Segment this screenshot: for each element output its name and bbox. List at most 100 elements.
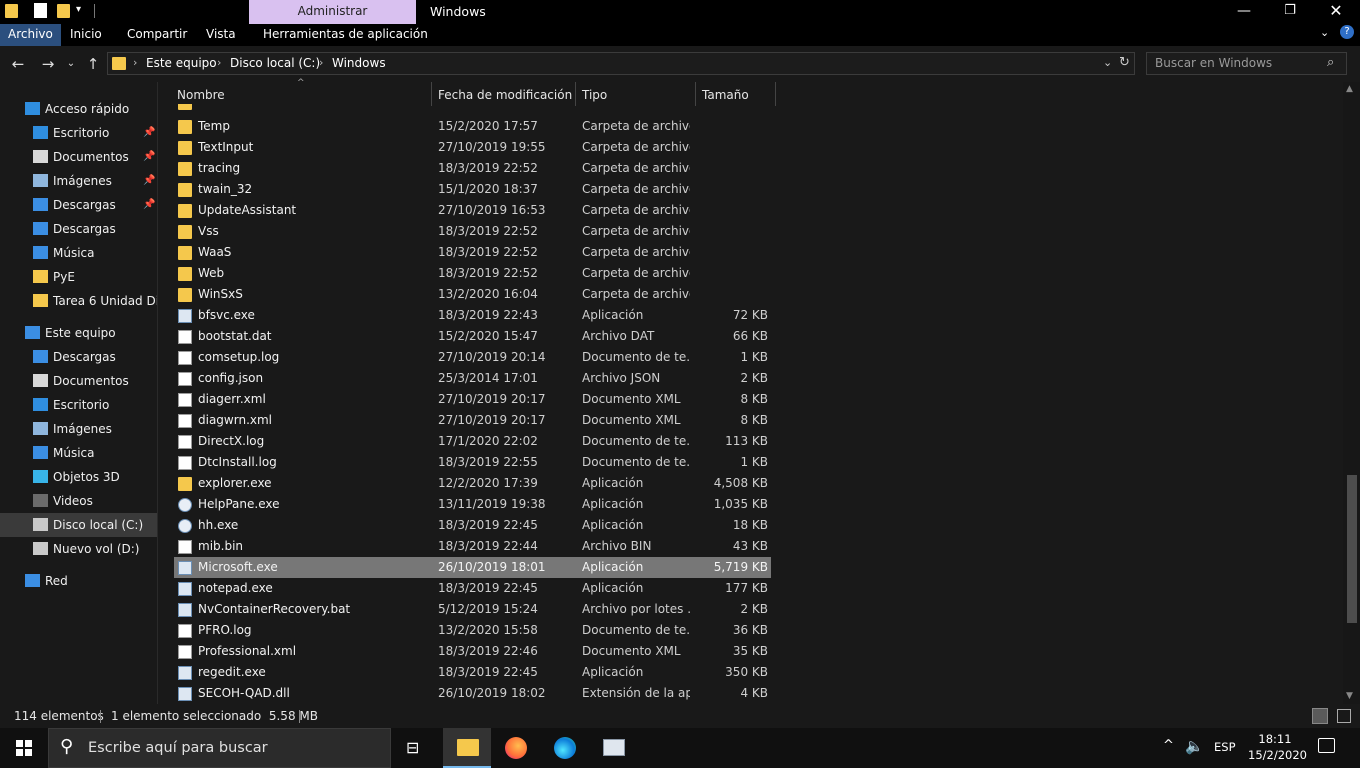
breadcrumb-este-equipo[interactable]: Este equipo <box>146 56 217 70</box>
pane-divider[interactable] <box>157 82 158 704</box>
file-row[interactable]: comsetup.log 27/10/2019 20:14 Documento de… <box>174 347 771 368</box>
context-tab-label[interactable]: Administrar <box>249 0 416 24</box>
file-row[interactable]: bootstat.dat 15/2/2020 15:47 Archivo DAT 66… <box>174 326 771 347</box>
nav-quick-item[interactable]: Música <box>0 241 157 265</box>
file-row[interactable]: config.json 25/3/2014 17:01 Archivo JSON 2 … <box>174 368 771 389</box>
pin-icon[interactable]: 📌 <box>143 121 155 145</box>
recent-locations-icon[interactable]: ⌄ <box>60 53 82 75</box>
nav-network[interactable]: Red <box>0 569 157 593</box>
expand-ribbon-icon[interactable]: ⌄ <box>1320 26 1329 39</box>
tab-inicio[interactable]: Inicio <box>62 24 110 46</box>
nav-pc-item[interactable]: Imágenes <box>0 417 157 441</box>
restore-icon[interactable]: ❐ <box>1267 0 1313 24</box>
file-row[interactable]: Professional.xml 18/3/2019 22:46 Documento… <box>174 641 771 662</box>
file-row[interactable]: diagwrn.xml 27/10/2019 20:17 Documento XML… <box>174 410 771 431</box>
file-row[interactable]: SECOH-QAD.dll 26/10/2019 18:02 Extensión d… <box>174 683 771 704</box>
column-divider[interactable] <box>695 82 696 106</box>
file-row[interactable]: DirectX.log 17/1/2020 22:02 Documento de t… <box>174 431 771 452</box>
breadcrumb-disco-local[interactable]: Disco local (C:) <box>230 56 320 70</box>
tab-herramientas[interactable]: Herramientas de aplicación <box>255 24 436 46</box>
up-arrow-icon[interactable]: ↑ <box>82 53 104 75</box>
file-row[interactable]: twain_32 15/1/2020 18:37 Carpeta de archiv… <box>174 179 771 200</box>
file-row[interactable]: tracing 18/3/2019 22:52 Carpeta de archivo… <box>174 158 771 179</box>
details-view-icon[interactable] <box>1312 708 1328 724</box>
tab-vista[interactable]: Vista <box>198 24 244 46</box>
clock[interactable]: 18:11 15/2/2020 <box>1248 731 1307 763</box>
file-row[interactable]: hh.exe 18/3/2019 22:45 Aplicación 18 KB <box>174 515 771 536</box>
file-row[interactable]: WaaS 18/3/2019 22:52 Carpeta de archivos <box>174 242 771 263</box>
column-header-size[interactable]: Tamaño <box>702 86 749 106</box>
file-row[interactable]: Vss 18/3/2019 22:52 Carpeta de archivos <box>174 221 771 242</box>
nav-pc-item[interactable]: Música <box>0 441 157 465</box>
nav-quick-item[interactable]: Documentos 📌 <box>0 145 157 169</box>
nav-pc-item[interactable]: Objetos 3D <box>0 465 157 489</box>
close-icon[interactable]: ✕ <box>1313 0 1359 24</box>
app-taskbar-icon[interactable] <box>590 728 638 768</box>
address-dropdown-icon[interactable]: ⌄ <box>1103 56 1112 69</box>
chevron-right-icon[interactable]: › <box>133 56 137 69</box>
column-divider[interactable] <box>575 82 576 106</box>
customize-toolbar-icon[interactable]: ▾ <box>76 4 81 15</box>
nav-quick-item[interactable]: Escritorio 📌 <box>0 121 157 145</box>
file-row[interactable]: UpdateAssistant 27/10/2019 16:53 Carpeta d… <box>174 200 771 221</box>
chevron-right-icon[interactable]: › <box>319 56 323 69</box>
file-row[interactable]: TextInput 27/10/2019 19:55 Carpeta de arch… <box>174 137 771 158</box>
column-header-name[interactable]: Nombre <box>177 86 225 106</box>
nav-pc-item[interactable]: Videos <box>0 489 157 513</box>
file-row[interactable]: mib.bin 18/3/2019 22:44 Archivo BIN 43 KB <box>174 536 771 557</box>
nav-this-pc[interactable]: Este equipo <box>0 321 157 345</box>
nav-pc-item[interactable]: Descargas <box>0 345 157 369</box>
volume-icon[interactable]: 🔈 <box>1185 737 1204 755</box>
nav-quick-access[interactable]: Acceso rápido <box>0 97 157 121</box>
pin-icon[interactable]: 📌 <box>143 169 155 193</box>
firefox-taskbar-icon[interactable] <box>492 728 540 768</box>
refresh-icon[interactable]: ↻ <box>1119 55 1130 70</box>
nav-pc-item[interactable]: Nuevo vol (D:) <box>0 537 157 561</box>
nav-pc-item[interactable]: Escritorio <box>0 393 157 417</box>
new-folder-icon[interactable] <box>57 4 70 18</box>
scroll-up-icon[interactable]: ▲ <box>1346 84 1353 94</box>
file-row[interactable]: PFRO.log 13/2/2020 15:58 Documento de te..… <box>174 620 771 641</box>
nav-quick-item[interactable]: Descargas <box>0 217 157 241</box>
language-indicator[interactable]: ESP <box>1214 740 1236 754</box>
nav-quick-item[interactable]: Descargas 📌 <box>0 193 157 217</box>
file-row[interactable]: NvContainerRecovery.bat 5/12/2019 15:24 Ar… <box>174 599 771 620</box>
file-row[interactable]: notepad.exe 18/3/2019 22:45 Aplicación 177 … <box>174 578 771 599</box>
help-icon[interactable]: ? <box>1340 25 1354 39</box>
tab-compartir[interactable]: Compartir <box>119 24 195 46</box>
edge-taskbar-icon[interactable] <box>541 728 589 768</box>
chevron-right-icon[interactable]: › <box>217 56 221 69</box>
tab-archivo[interactable]: Archivo <box>0 24 61 46</box>
windows-start-icon[interactable] <box>16 740 32 756</box>
file-row[interactable]: DtcInstall.log 18/3/2019 22:55 Documento d… <box>174 452 771 473</box>
nav-pc-item[interactable]: Documentos <box>0 369 157 393</box>
file-row[interactable]: Web 18/3/2019 22:52 Carpeta de archivos <box>174 263 771 284</box>
column-divider[interactable] <box>431 82 432 106</box>
column-divider[interactable] <box>775 82 776 106</box>
file-row[interactable]: bfsvc.exe 18/3/2019 22:43 Aplicación 72 KB <box>174 305 771 326</box>
nav-quick-item[interactable]: Imágenes 📌 <box>0 169 157 193</box>
scroll-down-icon[interactable]: ▼ <box>1346 691 1353 701</box>
pin-icon[interactable]: 📌 <box>143 145 155 169</box>
breadcrumb-windows[interactable]: Windows <box>332 56 386 70</box>
file-row[interactable]: WinSxS 13/2/2020 16:04 Carpeta de archivos <box>174 284 771 305</box>
notifications-icon[interactable] <box>1318 738 1335 753</box>
file-row[interactable]: HelpPane.exe 13/11/2019 19:38 Aplicación 1,… <box>174 494 771 515</box>
minimize-icon[interactable]: — <box>1221 0 1267 24</box>
file-row[interactable]: explorer.exe 12/2/2020 17:39 Aplicación 4,5… <box>174 473 771 494</box>
partial-row[interactable] <box>174 104 771 112</box>
nav-quick-item[interactable]: PyE <box>0 265 157 289</box>
file-row[interactable]: Microsoft.exe 26/10/2019 18:01 Aplicación 5… <box>174 557 771 578</box>
column-header-type[interactable]: Tipo <box>582 86 607 106</box>
file-row[interactable]: regedit.exe 18/3/2019 22:45 Aplicación 350 … <box>174 662 771 683</box>
file-explorer-taskbar-icon[interactable] <box>443 728 491 768</box>
file-row[interactable]: Temp 15/2/2020 17:57 Carpeta de archivos <box>174 116 771 137</box>
show-hidden-icons-icon[interactable]: ^ <box>1163 738 1174 753</box>
large-icons-view-icon[interactable] <box>1337 709 1351 723</box>
file-row[interactable]: diagerr.xml 27/10/2019 20:17 Documento XML… <box>174 389 771 410</box>
back-arrow-icon[interactable]: ← <box>7 53 29 75</box>
forward-arrow-icon[interactable]: → <box>37 53 59 75</box>
column-header-date[interactable]: Fecha de modificación <box>438 86 572 106</box>
pin-icon[interactable]: 📌 <box>143 193 155 217</box>
search-icon[interactable]: ⌕ <box>1327 55 1334 70</box>
